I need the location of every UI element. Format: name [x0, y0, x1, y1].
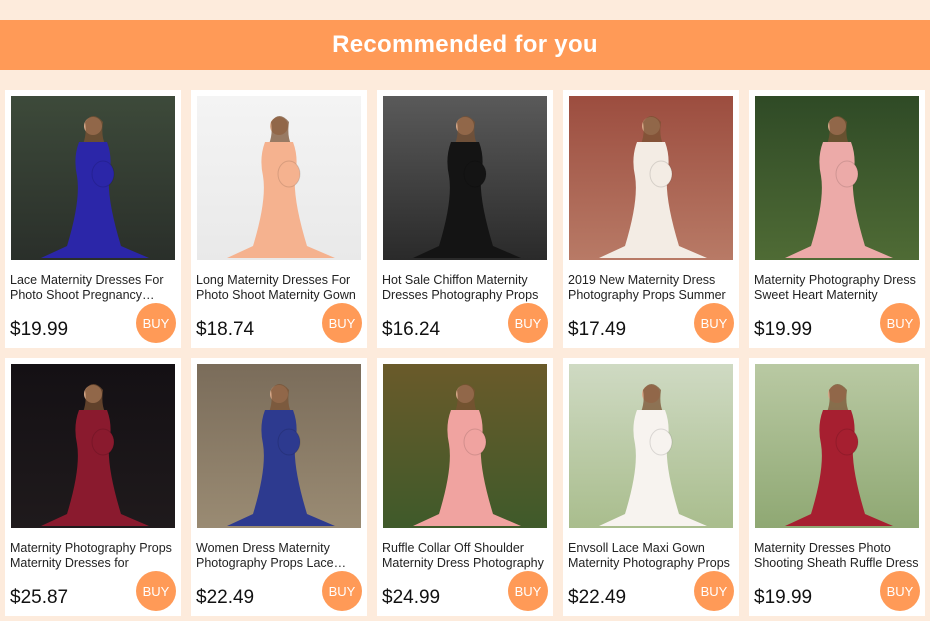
product-grid: Lace Maternity Dresses For Photo Shoot P…: [0, 0, 930, 621]
product-price: $17.49: [568, 319, 627, 340]
product-price: $22.49: [196, 587, 255, 608]
product-title[interactable]: Women Dress Maternity Photography Props …: [196, 541, 364, 571]
product-price: $16.24: [382, 319, 441, 340]
product-image[interactable]: [755, 96, 919, 260]
product-price: $22.49: [568, 587, 627, 608]
buy-button[interactable]: BUY: [694, 571, 734, 611]
product-image[interactable]: [11, 96, 175, 260]
product-image[interactable]: [755, 364, 919, 528]
product-card[interactable]: 2019 New Maternity Dress Photography Pro…: [563, 90, 739, 348]
product-image[interactable]: [569, 96, 733, 260]
product-card[interactable]: Long Maternity Dresses For Photo Shoot M…: [191, 90, 367, 348]
buy-button[interactable]: BUY: [136, 303, 176, 343]
product-title[interactable]: Long Maternity Dresses For Photo Shoot M…: [196, 273, 364, 303]
product-image[interactable]: [383, 364, 547, 528]
product-title[interactable]: Lace Maternity Dresses For Photo Shoot P…: [10, 273, 178, 303]
buy-button[interactable]: BUY: [694, 303, 734, 343]
product-price: $19.99: [754, 587, 813, 608]
product-card[interactable]: Ruffle Collar Off Shoulder Maternity Dre…: [377, 358, 553, 616]
product-title[interactable]: Maternity Dresses Photo Shooting Sheath …: [754, 541, 922, 571]
buy-button[interactable]: BUY: [880, 303, 920, 343]
product-card[interactable]: Maternity Dresses Photo Shooting Sheath …: [749, 358, 925, 616]
product-card[interactable]: Envsoll Lace Maxi Gown Maternity Photogr…: [563, 358, 739, 616]
product-image[interactable]: [383, 96, 547, 260]
buy-button[interactable]: BUY: [136, 571, 176, 611]
product-title[interactable]: Ruffle Collar Off Shoulder Maternity Dre…: [382, 541, 550, 571]
product-title[interactable]: Hot Sale Chiffon Maternity Dresses Photo…: [382, 273, 550, 303]
buy-button[interactable]: BUY: [508, 571, 548, 611]
product-image[interactable]: [197, 96, 361, 260]
product-card[interactable]: Women Dress Maternity Photography Props …: [191, 358, 367, 616]
buy-button[interactable]: BUY: [322, 571, 362, 611]
product-card[interactable]: Maternity Photography Props Maternity Dr…: [5, 358, 181, 616]
product-title[interactable]: Maternity Photography Dress Sweet Heart …: [754, 273, 922, 303]
product-price: $24.99: [382, 587, 441, 608]
product-title[interactable]: 2019 New Maternity Dress Photography Pro…: [568, 273, 736, 303]
buy-button[interactable]: BUY: [322, 303, 362, 343]
buy-button[interactable]: BUY: [508, 303, 548, 343]
product-card[interactable]: Hot Sale Chiffon Maternity Dresses Photo…: [377, 90, 553, 348]
product-price: $19.99: [754, 319, 813, 340]
product-title[interactable]: Envsoll Lace Maxi Gown Maternity Photogr…: [568, 541, 736, 571]
product-price: $25.87: [10, 587, 69, 608]
product-price: $18.74: [196, 319, 255, 340]
product-title[interactable]: Maternity Photography Props Maternity Dr…: [10, 541, 178, 571]
product-price: $19.99: [10, 319, 69, 340]
product-image[interactable]: [11, 364, 175, 528]
product-card[interactable]: Lace Maternity Dresses For Photo Shoot P…: [5, 90, 181, 348]
product-image[interactable]: [569, 364, 733, 528]
product-card[interactable]: Maternity Photography Dress Sweet Heart …: [749, 90, 925, 348]
buy-button[interactable]: BUY: [880, 571, 920, 611]
product-image[interactable]: [197, 364, 361, 528]
